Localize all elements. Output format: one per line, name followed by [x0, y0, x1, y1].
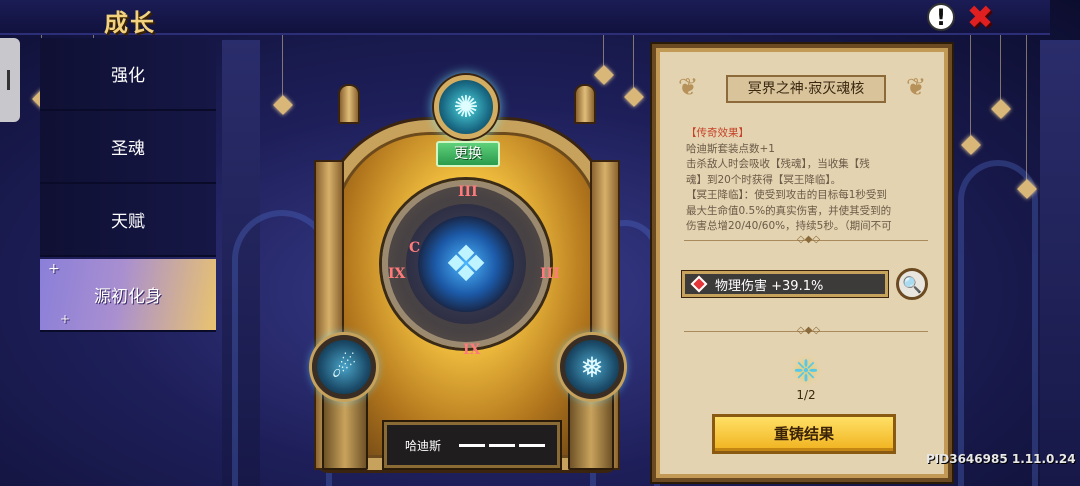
left-rune-slot-icon[interactable]: ☄: [312, 335, 376, 399]
desc-line: 【传奇效果】: [686, 127, 749, 139]
divider-ornament-icon: ◇◆◇: [797, 325, 821, 336]
item-title: 冥界之神·寂灭魂核: [726, 75, 886, 103]
desc-line: 最大生命值0.5%的真实伤害，并使其受到的: [686, 204, 892, 217]
desc-line: 魂】到20个时获得【冥王降临】。: [686, 173, 842, 186]
desc-line: 【冥王降临】：使受到攻击的目标每1秒受到: [686, 189, 887, 201]
tab-primordial-avatar[interactable]: 源初化身: [40, 259, 216, 332]
set-progress-dashes: [459, 443, 546, 447]
swap-button[interactable]: 更换: [436, 141, 500, 167]
tab-talent[interactable]: 天赋: [40, 184, 216, 257]
red-gem-icon: [690, 275, 708, 293]
magnifier-icon[interactable]: 🔍: [896, 268, 928, 300]
legendary-effect-text[interactable]: 【传奇效果】 哈迪斯套装点数+1 击杀敌人时会吸收【残魂】，当收集【残 魂】到2…: [686, 126, 926, 238]
close-button[interactable]: ✖: [964, 1, 996, 33]
page-title: 成长: [104, 9, 156, 37]
dial-numeral-bottom: IX: [463, 342, 481, 358]
category-tabs: 强化 圣魂 天赋 源初化身: [40, 38, 216, 332]
build-id: PID3646985 1.11.0.24: [926, 452, 1076, 466]
avatar-name-plate: 哈迪斯: [384, 422, 560, 468]
stat-value: 物理伤害 +39.1%: [715, 278, 824, 294]
dial-numeral-left-upper: C: [409, 240, 421, 256]
desc-line: 击杀敌人时会吸收【残魂】，当收集【残: [686, 158, 870, 170]
tab-holy-soul[interactable]: 圣魂: [40, 111, 216, 184]
left-finial: [338, 84, 360, 124]
dial-numeral-left: IX: [388, 266, 406, 282]
right-rune-slot-icon[interactable]: ❅: [560, 335, 624, 399]
detail-panel: ❦ 冥界之神·寂灭魂核 ❦ 【传奇效果】 哈迪斯套装点数+1 击杀敌人时会吸收【…: [652, 44, 952, 482]
material-count: 1/2: [796, 388, 816, 402]
crystal-core-icon[interactable]: ❖: [418, 216, 514, 312]
desc-line: 哈迪斯套装点数+1: [686, 142, 775, 155]
stat-row: 物理伤害 +39.1%: [682, 271, 888, 297]
dial-numeral-top: III: [458, 184, 478, 200]
top-bar: [0, 0, 1050, 35]
help-button[interactable]: !: [927, 3, 955, 31]
title-ornament-left-icon: ❦: [678, 73, 699, 101]
reforge-material-icon[interactable]: ❈: [786, 351, 826, 391]
soul-core-slot-icon[interactable]: ✺: [434, 75, 498, 139]
dial-numeral-right: III: [540, 266, 560, 282]
right-finial: [574, 84, 596, 124]
soul-dial: ❖: [382, 180, 550, 348]
divider-ornament-icon: ◇◆◇: [797, 234, 821, 245]
avatar-name: 哈迪斯: [405, 438, 442, 453]
side-drawer-handle[interactable]: [0, 38, 20, 122]
desc-line: 伤害总增20/40/60%，持续5秒。（期间不可: [686, 220, 892, 232]
reforge-result-button[interactable]: 重铸结果: [712, 414, 896, 454]
tab-enhance[interactable]: 强化: [40, 38, 216, 111]
title-ornament-right-icon: ❦: [906, 73, 927, 101]
